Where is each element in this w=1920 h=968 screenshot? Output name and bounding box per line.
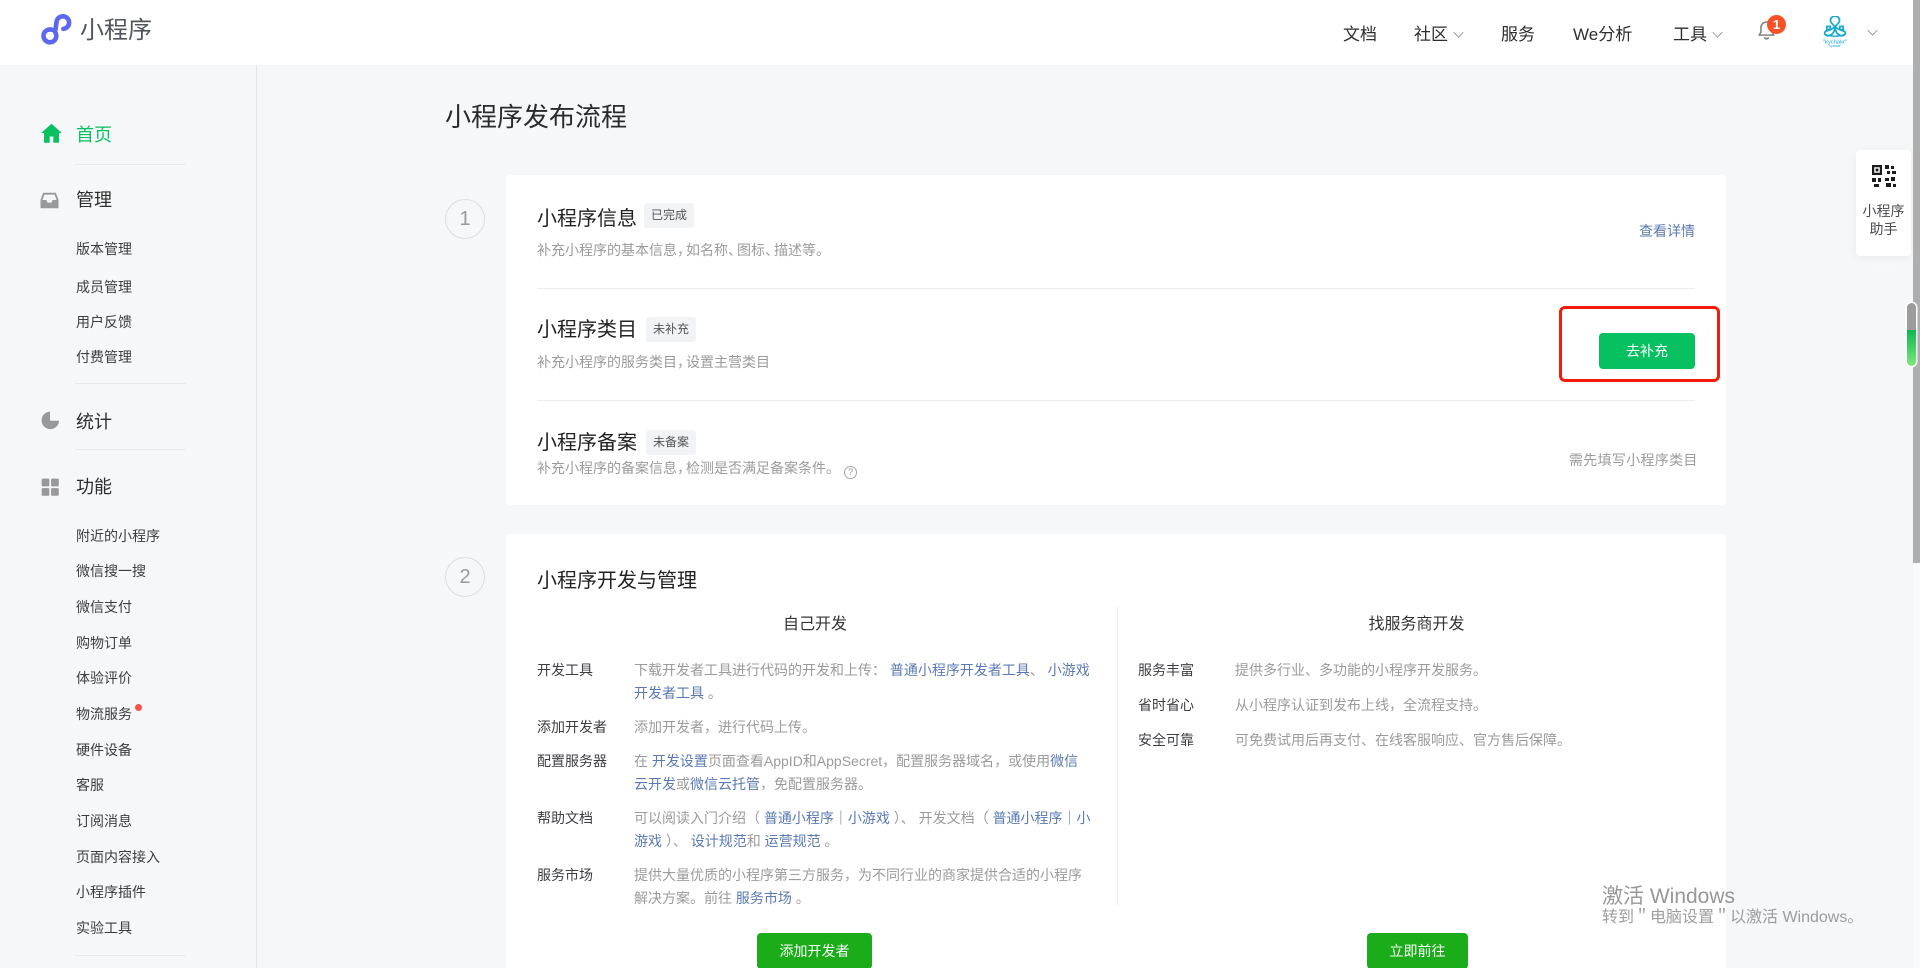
- svg-text:"kychakr": "kychakr": [1828, 44, 1841, 48]
